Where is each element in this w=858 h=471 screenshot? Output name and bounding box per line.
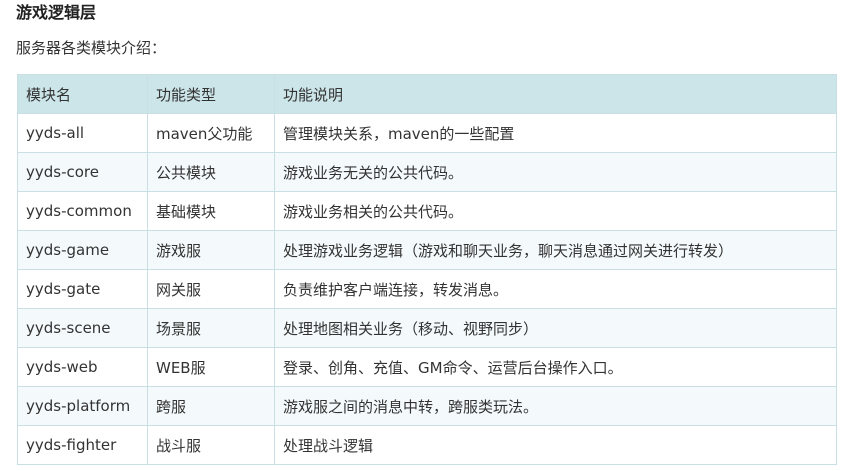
header-function-description: 功能说明 bbox=[274, 74, 837, 114]
module-name-cell: yyds-fighter bbox=[17, 425, 148, 465]
function-type-cell: 网关服 bbox=[147, 269, 275, 309]
function-description-cell: 游戏业务相关的公共代码。 bbox=[274, 191, 837, 231]
module-name-cell: yyds-gate bbox=[17, 269, 148, 309]
function-description-cell: 处理游戏业务逻辑（游戏和聊天业务，聊天消息通过网关进行转发） bbox=[274, 230, 837, 270]
function-description-cell: 游戏服之间的消息中转，跨服类玩法。 bbox=[274, 386, 837, 426]
modules-table: 模块名 功能类型 功能说明 yyds-all maven父功能 管理模块关系，m… bbox=[17, 74, 837, 465]
header-function-type: 功能类型 bbox=[147, 74, 275, 114]
function-description-cell: 处理地图相关业务（移动、视野同步） bbox=[274, 308, 837, 348]
function-description-cell: 负责维护客户端连接，转发消息。 bbox=[274, 269, 837, 309]
function-type-cell: WEB服 bbox=[147, 347, 275, 387]
function-type-cell: 跨服 bbox=[147, 386, 275, 426]
function-type-cell: maven父功能 bbox=[147, 113, 275, 153]
module-name-cell: yyds-core bbox=[17, 152, 148, 192]
table-row: yyds-gate 网关服 负责维护客户端连接，转发消息。 bbox=[17, 269, 837, 309]
function-type-cell: 战斗服 bbox=[147, 425, 275, 465]
header-module-name: 模块名 bbox=[17, 74, 148, 114]
function-description-cell: 管理模块关系，maven的一些配置 bbox=[274, 113, 837, 153]
module-name-cell: yyds-common bbox=[17, 191, 148, 231]
table-row: yyds-core 公共模块 游戏业务无关的公共代码。 bbox=[17, 152, 837, 192]
function-type-cell: 游戏服 bbox=[147, 230, 275, 270]
module-name-cell: yyds-all bbox=[17, 113, 148, 153]
function-description-cell: 登录、创角、充值、GM命令、运营后台操作入口。 bbox=[274, 347, 837, 387]
table-row: yyds-all maven父功能 管理模块关系，maven的一些配置 bbox=[17, 113, 837, 153]
function-description-cell: 处理战斗逻辑 bbox=[274, 425, 837, 465]
function-type-cell: 基础模块 bbox=[147, 191, 275, 231]
function-description-cell: 游戏业务无关的公共代码。 bbox=[274, 152, 837, 192]
section-title: 游戏逻辑层 bbox=[16, 3, 97, 22]
module-name-cell: yyds-scene bbox=[17, 308, 148, 348]
module-name-cell: yyds-platform bbox=[17, 386, 148, 426]
section-intro: 服务器各类模块介绍： bbox=[16, 39, 167, 57]
table-row: yyds-common 基础模块 游戏业务相关的公共代码。 bbox=[17, 191, 837, 231]
table-header-row: 模块名 功能类型 功能说明 bbox=[17, 74, 837, 114]
module-name-cell: yyds-web bbox=[17, 347, 148, 387]
module-name-cell: yyds-game bbox=[17, 230, 148, 270]
table-row: yyds-game 游戏服 处理游戏业务逻辑（游戏和聊天业务，聊天消息通过网关进… bbox=[17, 230, 837, 270]
table-row: yyds-platform 跨服 游戏服之间的消息中转，跨服类玩法。 bbox=[17, 386, 837, 426]
table-row: yyds-fighter 战斗服 处理战斗逻辑 bbox=[17, 425, 837, 465]
function-type-cell: 场景服 bbox=[147, 308, 275, 348]
table-row: yyds-scene 场景服 处理地图相关业务（移动、视野同步） bbox=[17, 308, 837, 348]
table-row: yyds-web WEB服 登录、创角、充值、GM命令、运营后台操作入口。 bbox=[17, 347, 837, 387]
function-type-cell: 公共模块 bbox=[147, 152, 275, 192]
